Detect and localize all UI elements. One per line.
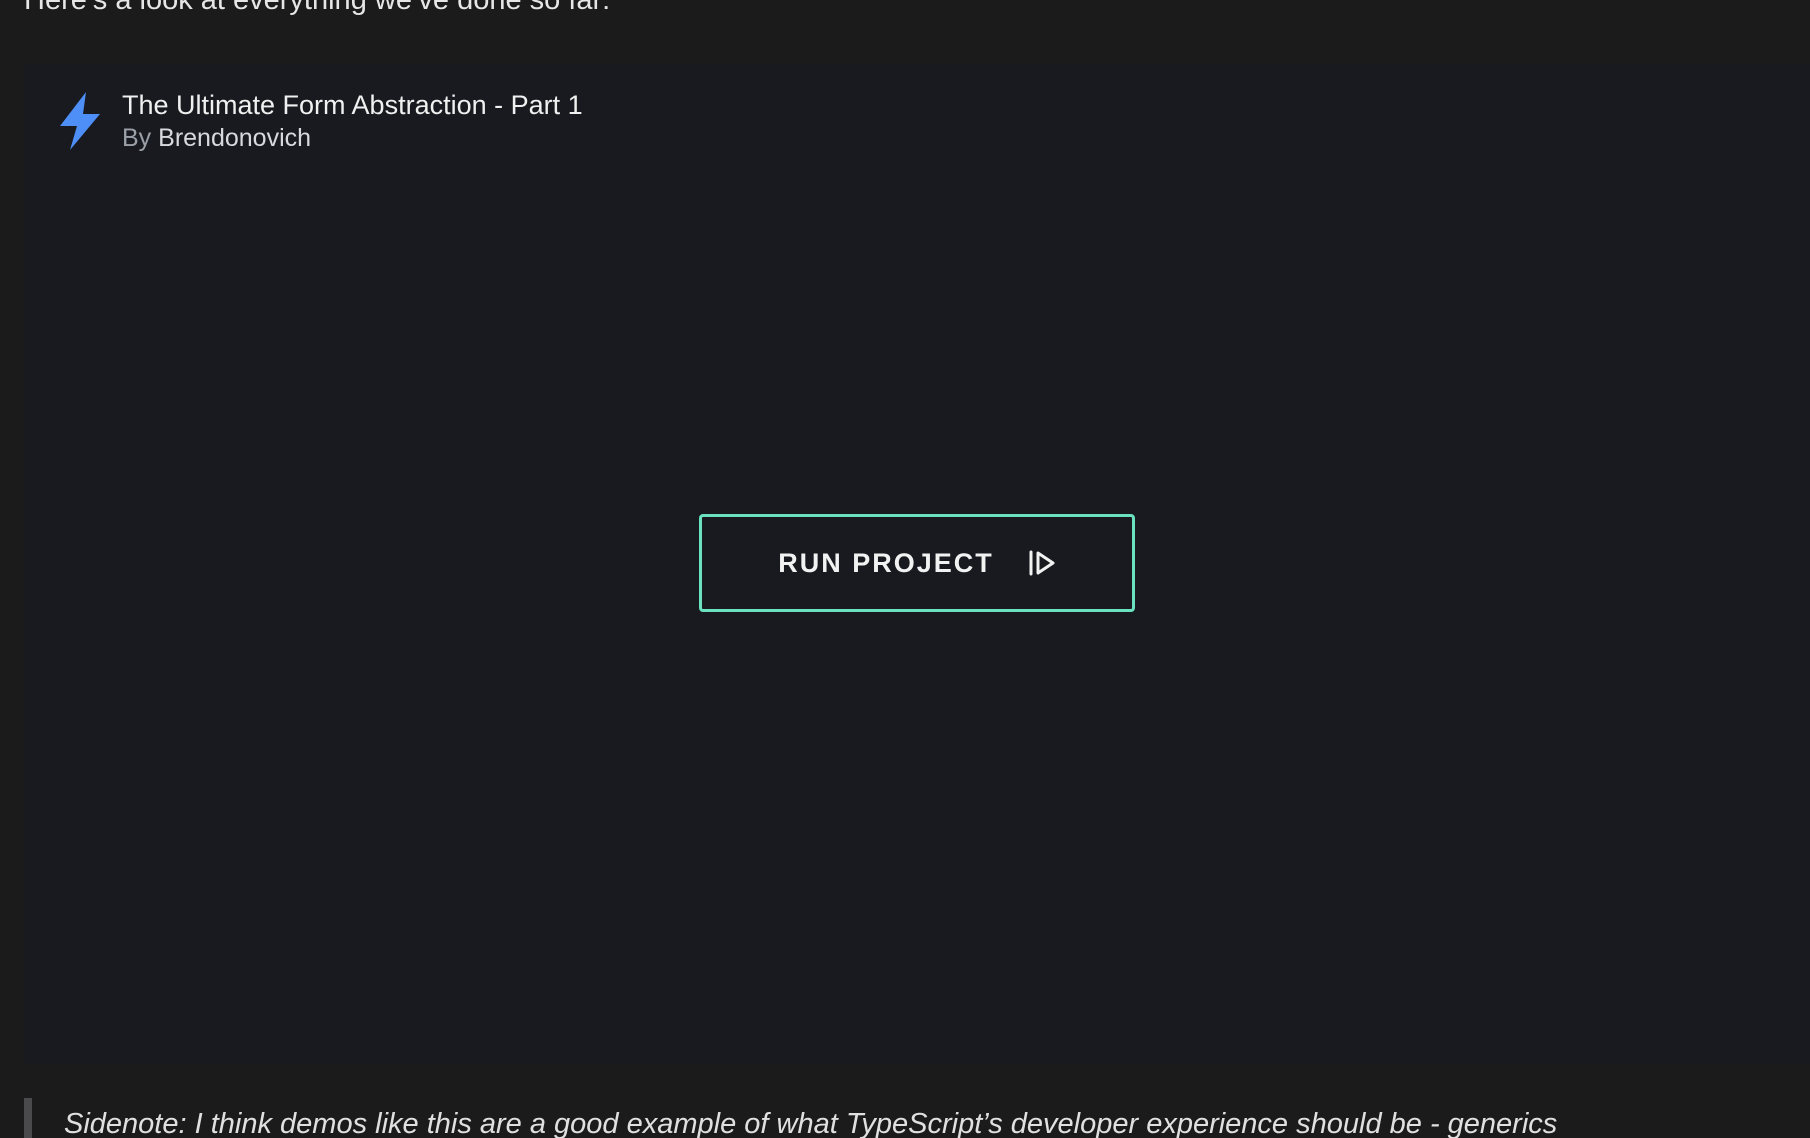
run-project-label: RUN PROJECT	[778, 547, 994, 578]
intro-paragraph: Here’s a look at everything we’ve done s…	[24, 0, 611, 16]
run-icon	[1029, 550, 1055, 576]
embed-meta: The Ultimate Form Abstraction - Part 1 B…	[122, 88, 583, 154]
run-project-button[interactable]: RUN PROJECT	[699, 514, 1135, 612]
embed-header: The Ultimate Form Abstraction - Part 1 B…	[58, 88, 583, 154]
author-name[interactable]: Brendonovich	[158, 124, 311, 152]
byline-prefix: By	[122, 124, 152, 152]
bolt-icon	[60, 92, 100, 150]
project-embed: The Ultimate Form Abstraction - Part 1 B…	[24, 64, 1810, 1064]
embed-title[interactable]: The Ultimate Form Abstraction - Part 1	[122, 88, 583, 122]
sidenote-blockquote: Sidenote: I think demos like this are a …	[24, 1098, 1810, 1138]
sidenote-text: Sidenote: I think demos like this are a …	[64, 1108, 1558, 1138]
page: Here’s a look at everything we’ve done s…	[0, 0, 1810, 1138]
embed-byline: By Brendonovich	[122, 122, 583, 154]
blockquote-bar	[24, 1098, 32, 1138]
